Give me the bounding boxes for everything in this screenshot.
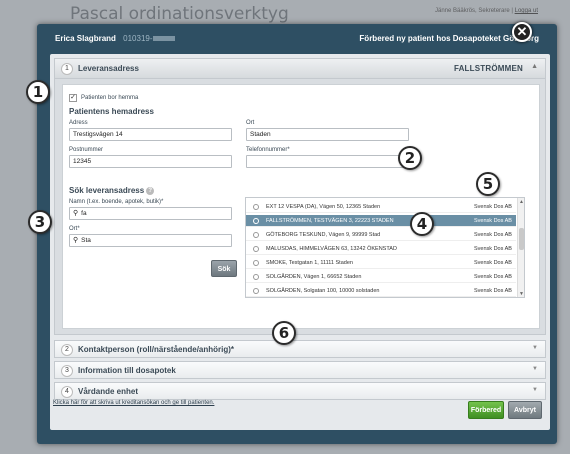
section-title: Leveransadress <box>78 64 139 73</box>
callout-6: 6 <box>272 321 296 345</box>
collapse-arrow-icon[interactable]: ▲ <box>531 63 538 70</box>
section-vardande-enhet[interactable]: 4 Vårdande enhet ▼ <box>54 382 546 400</box>
search-results-list: EXT 12 VESPA (DA), Vägen 50, 12365 Stade… <box>245 197 525 298</box>
section-number: 4 <box>61 386 73 398</box>
result-company: Svensk Dos AB <box>474 232 512 238</box>
search-delivery-heading: Sök leveransadress? <box>69 186 155 195</box>
section-number: 1 <box>61 63 73 75</box>
modal-body: 1 Leveransadress FALLSTRÖMMEN ▲ ✓ Patien… <box>50 54 550 430</box>
section-title: Kontaktperson (roll/närstående/anhörig)* <box>78 345 235 354</box>
home-address-heading: Patientens hemadress <box>69 107 154 116</box>
lives-at-home-checkbox[interactable]: ✓ <box>69 94 77 102</box>
results-scrollbar[interactable]: ▲ ▼ <box>517 198 524 297</box>
ort-search-label: Ort* <box>69 226 80 232</box>
telefon-label: Telefonnummer* <box>246 147 290 153</box>
name-search-input[interactable]: ⚲ fa <box>69 207 232 220</box>
scroll-up-icon[interactable]: ▲ <box>519 199 524 205</box>
adress-input[interactable]: Trestigsvägen 14 <box>69 128 232 141</box>
result-company: Svensk Dos AB <box>474 218 512 224</box>
lives-at-home-label: Patienten bor hemma <box>81 95 139 101</box>
result-radio[interactable] <box>253 274 259 280</box>
result-company: Svensk Dos AB <box>474 274 512 280</box>
section-information-dosapotek[interactable]: 3 Information till dosapotek ▼ <box>54 361 546 379</box>
result-radio[interactable] <box>253 246 259 252</box>
result-row[interactable]: SOLGÅRDEN, Solgatan 100, 10000 solstaden… <box>246 285 516 297</box>
result-radio[interactable] <box>253 218 259 224</box>
patient-number: 010319- <box>123 34 175 43</box>
callout-5: 5 <box>476 172 500 196</box>
expand-arrow-icon[interactable]: ▼ <box>532 387 538 393</box>
expand-arrow-icon[interactable]: ▼ <box>532 366 538 372</box>
info-icon[interactable]: ? <box>146 186 155 195</box>
scroll-thumb[interactable] <box>519 228 524 250</box>
result-address: EXT 12 VESPA (DA), Vägen 50, 12365 Stade… <box>266 204 381 210</box>
result-company: Svensk Dos AB <box>474 246 512 252</box>
scroll-down-icon[interactable]: ▼ <box>519 291 524 297</box>
ort-search-input[interactable]: ⚲ Sta <box>69 234 232 247</box>
credit-application-link[interactable]: Klicka här för att skriva ut kreditansök… <box>53 400 214 406</box>
result-radio[interactable] <box>253 288 259 294</box>
prepare-button[interactable]: Förbered <box>468 401 504 419</box>
telefon-input[interactable] <box>246 155 409 168</box>
result-address: SOLGÅRDEN, Solgatan 100, 10000 solstaden <box>266 288 380 294</box>
result-address: SOLGÅRDEN, Vägen 1, 66652 Staden <box>266 274 362 280</box>
adress-label: Adress <box>69 120 88 126</box>
result-radio[interactable] <box>253 232 259 238</box>
section-leveransadress: 1 Leveransadress FALLSTRÖMMEN ▲ ✓ Patien… <box>54 58 546 335</box>
ort-label: Ort <box>246 120 255 126</box>
result-address: SMOKE, Testgatan 1, 11111 Staden <box>266 260 353 266</box>
section-kontaktperson[interactable]: 2 Kontaktperson (roll/närstående/anhörig… <box>54 340 546 358</box>
section-number: 3 <box>61 365 73 377</box>
patient-identity: Erica Slagbrand 010319- <box>55 34 175 43</box>
prepare-patient-modal: Erica Slagbrand 010319- Förbered ny pati… <box>37 24 557 444</box>
result-row[interactable]: FALLSTRÖMMEN, TESTVÄGEN 3, 22223 STADEN S… <box>246 215 516 227</box>
search-button[interactable]: Sök <box>211 260 237 277</box>
selected-address-summary: FALLSTRÖMMEN <box>453 64 523 73</box>
cancel-button[interactable]: Avbryt <box>508 401 542 419</box>
result-address: FALLSTRÖMMEN, TESTVÄGEN 3, 22223 STADEN <box>266 218 394 224</box>
section-title: Information till dosapotek <box>78 366 176 375</box>
search-icon: ⚲ <box>73 237 79 244</box>
result-row[interactable]: GÖTEBORG TESKUND, Vägen 9, 99999 Stad Sve… <box>246 229 516 241</box>
modal-header: Erica Slagbrand 010319- Förbered ny pati… <box>37 24 557 52</box>
result-address: MALUSDAS, HIMMELVÄGEN 63, 13242 ÖKENSTAD <box>266 246 397 252</box>
callout-2: 2 <box>398 146 422 170</box>
section-title: Vårdande enhet <box>78 387 139 396</box>
ort-input[interactable]: Staden <box>246 128 409 141</box>
result-radio[interactable] <box>253 204 259 210</box>
postnummer-label: Postnummer <box>69 147 104 153</box>
section-header-leveransadress[interactable]: 1 Leveransadress FALLSTRÖMMEN ▲ <box>55 59 545 79</box>
result-address: GÖTEBORG TESKUND, Vägen 9, 99999 Stad <box>266 232 381 238</box>
callout-3: 3 <box>28 210 52 234</box>
expand-arrow-icon[interactable]: ▼ <box>532 345 538 351</box>
result-row[interactable]: SMOKE, Testgatan 1, 11111 Staden Svensk D… <box>246 257 516 269</box>
callout-1: 1 <box>26 80 50 104</box>
result-company: Svensk Dos AB <box>474 204 512 210</box>
patient-name: Erica Slagbrand <box>55 34 116 43</box>
result-radio[interactable] <box>253 260 259 266</box>
postnummer-input[interactable]: 12345 <box>69 155 232 168</box>
result-company: Svensk Dos AB <box>474 260 512 266</box>
section-number: 2 <box>61 344 73 356</box>
result-row[interactable]: EXT 12 VESPA (DA), Vägen 50, 12365 Stade… <box>246 201 516 213</box>
callout-4: 4 <box>410 212 434 236</box>
result-row[interactable]: MALUSDAS, HIMMELVÄGEN 63, 13242 ÖKENSTAD… <box>246 243 516 255</box>
close-icon[interactable]: ✕ <box>512 22 532 42</box>
result-row[interactable]: SOLGÅRDEN, Vägen 1, 66652 Staden Svensk D… <box>246 271 516 283</box>
name-search-label: Namn (t.ex. boende, apotek, butik)* <box>69 199 164 205</box>
search-icon: ⚲ <box>73 210 79 217</box>
leveransadress-form: ✓ Patienten bor hemma Patientens hemadre… <box>62 84 540 329</box>
result-company: Svensk Dos AB <box>474 288 512 294</box>
